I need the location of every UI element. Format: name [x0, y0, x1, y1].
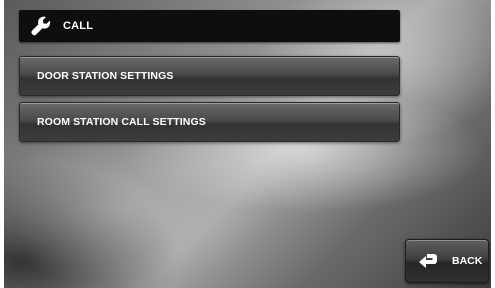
- page-title: CALL: [63, 20, 94, 32]
- screen-header: CALL: [19, 10, 400, 42]
- room-station-call-settings-button[interactable]: ROOM STATION CALL SETTINGS: [19, 102, 400, 142]
- wrench-icon: [29, 14, 53, 38]
- back-button[interactable]: BACK: [405, 239, 489, 283]
- back-label: BACK: [452, 255, 483, 267]
- return-arrow-icon: [418, 253, 438, 269]
- settings-screen: CALL DOOR STATION SETTINGS ROOM STATION …: [4, 0, 491, 288]
- door-station-settings-button[interactable]: DOOR STATION SETTINGS: [19, 56, 400, 96]
